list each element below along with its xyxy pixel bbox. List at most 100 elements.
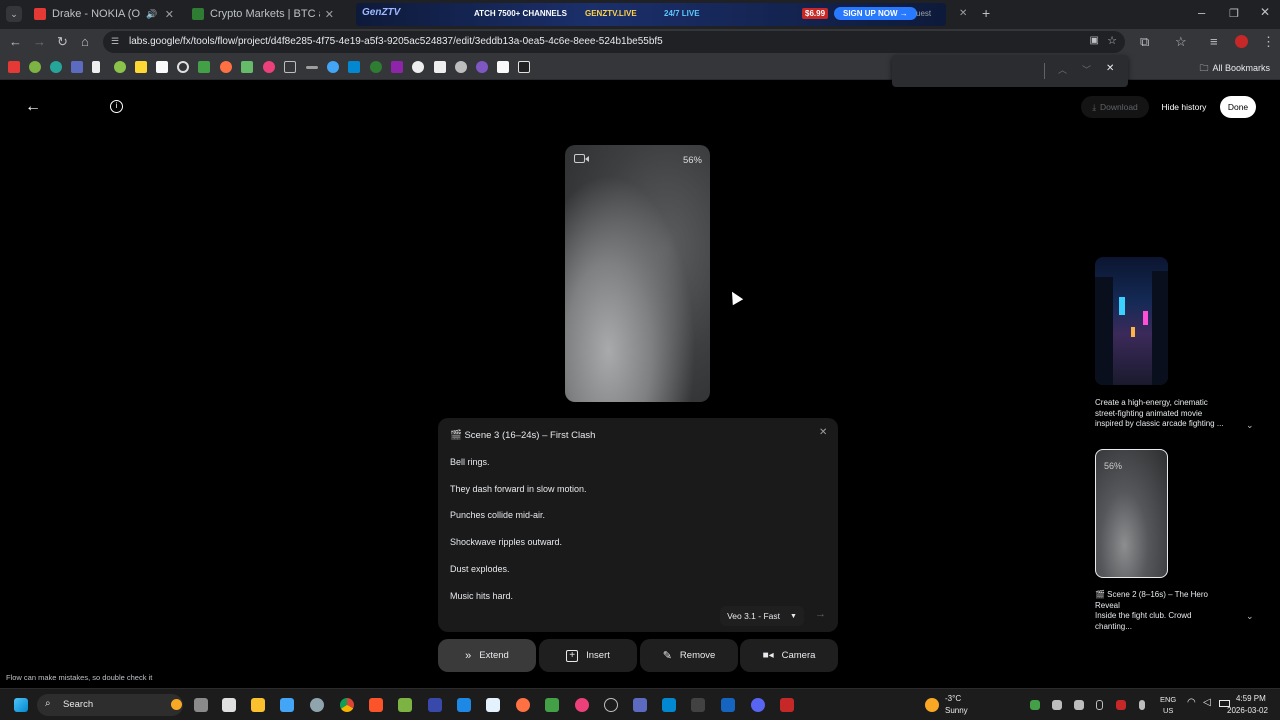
app-icon[interactable] (575, 698, 589, 712)
prompt-line[interactable]: Music hits hard. (450, 591, 513, 601)
app-icon[interactable] (398, 698, 412, 712)
chevron-down-icon[interactable]: ⌄ (1246, 420, 1254, 431)
bookmark-icon[interactable] (263, 61, 275, 73)
back-icon[interactable]: ← (25, 98, 41, 116)
brave-icon[interactable] (369, 698, 383, 712)
weather-icon[interactable] (925, 698, 939, 712)
history-item-2-text[interactable]: Inside the fight club. Crowd chanting... (1095, 611, 1230, 632)
history-item-2-title[interactable]: 🎬 Scene 2 (8–16s) – The Hero Reveal (1095, 590, 1230, 611)
history-thumbnail-2[interactable]: 56% (1095, 449, 1168, 578)
bookmark-icon[interactable] (348, 61, 360, 73)
bookmark-icon[interactable] (50, 61, 62, 73)
home-icon[interactable]: ⌂ (81, 34, 89, 49)
model-select[interactable]: Veo 3.1 - Fast ▼ (720, 606, 804, 626)
clock-time[interactable]: 4:59 PM (1236, 694, 1266, 703)
language-code[interactable]: ENG (1160, 695, 1176, 704)
forward-icon[interactable]: → (33, 34, 46, 49)
video-preview[interactable]: 56% (565, 145, 710, 402)
prompt-line[interactable]: They dash forward in slow motion. (450, 484, 587, 494)
avatar[interactable] (1235, 35, 1248, 48)
window-close-icon[interactable]: ✕ (1260, 5, 1270, 19)
all-bookmarks-link[interactable]: 🗀 All Bookmarks (1199, 61, 1270, 77)
new-tab-icon[interactable]: + (982, 5, 990, 21)
speaker-icon[interactable]: ◁ (1203, 697, 1211, 708)
tab-search-button[interactable]: ⌄ (6, 6, 22, 22)
bookmark-icon[interactable] (412, 61, 424, 73)
back-icon[interactable]: ← (9, 34, 22, 49)
bookmark-icon[interactable] (370, 61, 382, 73)
region-code[interactable]: US (1163, 706, 1173, 715)
app-icon[interactable] (457, 698, 471, 712)
bookmark-icon[interactable] (455, 61, 467, 73)
bookmark-icon[interactable] (327, 61, 339, 73)
extend-button[interactable]: » Extend (438, 639, 536, 672)
app-icon[interactable] (545, 698, 559, 712)
file-explorer-icon[interactable] (251, 698, 265, 712)
tab-crypto[interactable]: Crypto Markets | BTC at 69364 ✕ (186, 3, 338, 25)
app-icon[interactable] (486, 698, 500, 712)
clock-date[interactable]: 2026-03-02 (1227, 706, 1268, 715)
send-arrow-icon[interactable]: → (815, 608, 826, 620)
close-icon[interactable]: ✕ (959, 8, 967, 19)
bookmark-icon[interactable] (241, 61, 253, 73)
battery-icon[interactable] (1096, 700, 1103, 710)
prompt-line[interactable]: Dust explodes. (450, 564, 510, 574)
app-icon[interactable] (516, 698, 530, 712)
bookmark-icon[interactable] (198, 61, 210, 73)
settings-icon[interactable] (310, 698, 324, 712)
close-icon[interactable]: ✕ (1106, 63, 1114, 74)
ad-banner[interactable]: GenZTV ATCH 7500+ CHANNELS GENZTV.LIVE 2… (356, 3, 946, 26)
task-view-icon[interactable] (194, 698, 208, 712)
bookmark-icon[interactable] (177, 61, 189, 73)
microphone-icon[interactable] (1139, 700, 1145, 710)
minimize-icon[interactable]: – (1198, 5, 1205, 20)
hide-history-button[interactable]: Hide history (1156, 96, 1212, 118)
restore-icon[interactable]: ❐ (1229, 7, 1239, 20)
taskbar-search[interactable]: ⌕ Search (37, 694, 183, 716)
chrome-icon[interactable] (340, 698, 354, 712)
chevron-up-icon[interactable]: ︿ (1058, 63, 1067, 76)
store-icon[interactable] (280, 698, 294, 712)
chevron-down-icon[interactable]: ﹀ (1082, 63, 1091, 76)
done-button[interactable]: Done (1220, 96, 1256, 118)
star-icon[interactable]: ☆ (1107, 34, 1117, 47)
reading-list-icon[interactable]: ≡ (1210, 34, 1218, 49)
history-thumbnail-1[interactable] (1095, 257, 1168, 385)
bookmark-icon[interactable] (220, 61, 232, 73)
close-icon[interactable]: ✕ (819, 427, 827, 438)
close-icon[interactable]: ✕ (165, 8, 174, 21)
remove-button[interactable]: ✎ Remove (640, 639, 738, 672)
chevron-down-icon[interactable]: ⌄ (1246, 611, 1254, 622)
discord-icon[interactable] (1052, 700, 1062, 710)
windows-start-icon[interactable] (14, 698, 28, 712)
ad-cta[interactable]: SIGN UP NOW → (834, 7, 917, 20)
bookmark-icon[interactable] (284, 61, 296, 73)
info-icon[interactable]: i (110, 100, 123, 113)
app-icon[interactable] (721, 698, 735, 712)
app-icon[interactable] (662, 698, 676, 712)
bookmark-icon[interactable] (135, 61, 147, 73)
insert-button[interactable]: + Insert (539, 639, 637, 672)
app-icon[interactable] (633, 698, 647, 712)
bookmark-icon[interactable] (518, 61, 530, 73)
app-icon[interactable] (222, 698, 236, 712)
app-icon[interactable] (780, 698, 794, 712)
bookmark-icon[interactable] (391, 61, 403, 73)
tray-icon[interactable] (1116, 700, 1126, 710)
reload-icon[interactable]: ↻ (57, 34, 68, 50)
prompt-line[interactable]: Punches collide mid-air. (450, 510, 545, 520)
favorites-icon[interactable]: ☆ (1175, 34, 1187, 50)
download-button[interactable]: ⤓ Download (1081, 96, 1149, 118)
app-icon[interactable] (751, 698, 765, 712)
tray-icon[interactable] (1074, 700, 1084, 710)
bookmark-icon[interactable] (434, 61, 446, 73)
prompt-line[interactable]: Bell rings. (450, 457, 490, 467)
bookmark-icon[interactable] (497, 61, 509, 73)
bookmark-icon[interactable] (8, 61, 20, 73)
bookmark-icon[interactable] (306, 66, 318, 69)
prompt-panel[interactable]: 🎬 Scene 3 (16–24s) – First Clash ✕ Bell … (438, 418, 838, 632)
menu-icon[interactable]: ⋮ (1262, 34, 1275, 50)
bookmark-icon[interactable] (92, 61, 100, 73)
address-bar[interactable]: ☰ labs.google/fx/tools/flow/project/d4f8… (103, 31, 1125, 53)
bookmark-icon[interactable] (29, 61, 41, 73)
